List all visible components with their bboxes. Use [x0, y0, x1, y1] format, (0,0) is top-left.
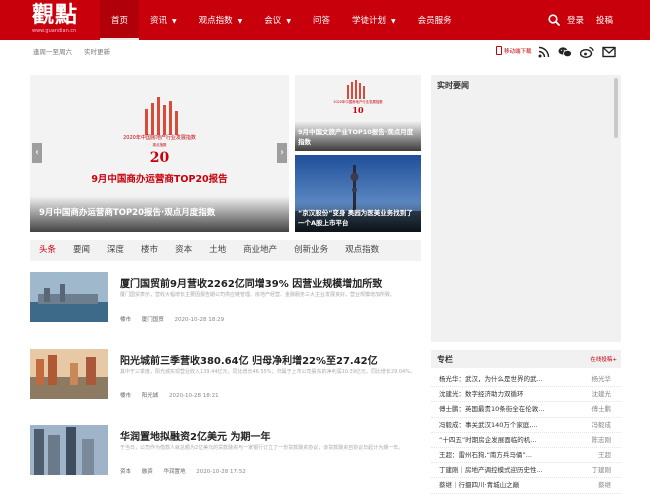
wechat-icon[interactable] [558, 45, 572, 59]
tab-headlines[interactable]: 头条 [30, 240, 64, 261]
realtime-scrollbar[interactable] [614, 78, 618, 138]
tab-depth[interactable]: 深度 [98, 240, 132, 261]
logo-text: 觀點 [32, 2, 79, 28]
nav-item-membership[interactable]: 会员服务 [407, 0, 463, 40]
article-item[interactable]: 厦门国贸前9月营收2262亿同增39% 因营业规模增加所致 厦门国贸表示，营收大… [30, 272, 422, 332]
top-nav-bar: 觀點 www.guandian.cn 首页 资讯 ▼ 观点指数 ▼ 会议 ▼ 问答 学… [0, 0, 650, 40]
site-logo[interactable]: 觀點 www.guandian.cn [32, 3, 84, 37]
list-item[interactable]: 杨光华：武汉，为什么是世界的武... 杨光华 [431, 372, 621, 388]
nav-item-qa[interactable]: 问答 [302, 0, 341, 40]
list-item[interactable]: 蔡继｜行摄四川·青城山之巅 蔡继 [431, 478, 621, 494]
chevron-down-icon: ▼ [286, 18, 291, 25]
hero-inner-title: 9月中国商办运营商TOP20报告 [91, 174, 228, 185]
phone-icon [496, 46, 502, 55]
side-feature-2[interactable]: “京汉股份”变身 奥园为医美业务找到了一个A股上市平台 [295, 155, 421, 232]
side-poster-heading: 2020年中国房地产行业发展指数 [333, 99, 383, 104]
article-summary: 于当日，公司作为借款人就总额为2亿美元的贷款融资与一家银行订立了一份贷款融资协议… [120, 445, 404, 451]
list-item[interactable]: 王超：雷州石狗,“南方兵马俑”... 王超 [431, 448, 621, 464]
list-item[interactable]: 沈建光：数字经济助力双循环 沈建光 [431, 387, 621, 403]
article-tag[interactable]: 华润置地 [164, 469, 186, 475]
article-tag[interactable]: 楼市 [120, 393, 131, 399]
tab-capital[interactable]: 资本 [166, 240, 200, 261]
article-item[interactable]: 阳光城前三季营收380.64亿 归母净利增22%至27.42亿 其中于三季度，阳… [30, 349, 422, 409]
article-item[interactable]: 华润置地拟融资2亿美元 为期一年 于当日，公司作为借款人就总额为2亿美元的贷款融… [30, 425, 422, 485]
tab-commercial-property[interactable]: 商业地产 [234, 240, 285, 261]
nav-item-apprentice[interactable]: 学徒计划 ▼ [341, 0, 407, 40]
tab-property-market[interactable]: 楼市 [132, 240, 166, 261]
article-tag[interactable]: 资本 [120, 469, 131, 475]
rss-icon[interactable] [538, 45, 550, 59]
update-info: 逢周一至周六 实时更新 [33, 46, 120, 56]
chevron-down-icon: ▼ [172, 18, 177, 25]
search-icon[interactable] [548, 14, 560, 26]
weibo-icon[interactable] [580, 45, 594, 59]
side-caption-1: 9月中国文旅产业TOP10报告·观点月度指数 [298, 128, 414, 146]
list-item[interactable]: 傅士鹏：英国最贵10条街全在伦敦... 傅士鹏 [431, 402, 621, 418]
article-thumbnail[interactable] [30, 349, 108, 399]
tab-innovation[interactable]: 创新业务 [285, 240, 336, 261]
update-days: 逢周一至周六 [33, 48, 72, 56]
article-time: 2020-10-28 18:29 [174, 317, 225, 323]
article-thumbnail[interactable] [30, 272, 108, 322]
poster-number: 20 [150, 150, 170, 166]
article-tag[interactable]: 阳光城 [142, 393, 159, 399]
carousel-prev-button[interactable]: ‹ [32, 143, 42, 163]
article-summary: 厦门国贸表示，营收大幅增长主要因报告期公司供应链管理、房地产经营、金融服务三大主… [120, 292, 396, 298]
update-status: 实时更新 [84, 48, 111, 56]
article-time: 2020-10-28 17:52 [196, 469, 246, 475]
side-feature-1[interactable]: 2020年中国房地产行业发展指数 10 9月中国文旅产业TOP10报告·观点月度… [295, 75, 421, 151]
article-meta: 楼市 厦门国贸 2020-10-28 18:29 [120, 315, 233, 323]
article-title[interactable]: 厦门国贸前9月营收2262亿同增39% 因营业规模增加所致 [120, 275, 382, 290]
poster-heading: 2020年中国房地产行业发展指数 [123, 134, 196, 141]
tab-important-news[interactable]: 要闻 [64, 240, 98, 261]
submit-article-link[interactable]: 投稿 [596, 0, 613, 42]
mobile-download-link[interactable]: 移动端下载 [496, 46, 532, 55]
login-link[interactable]: 登录 [567, 0, 584, 42]
column-title: 专栏 [437, 355, 453, 364]
article-title[interactable]: 阳光城前三季营收380.64亿 归母净利增22%至27.42亿 [120, 352, 378, 367]
column-header: 专栏 在线投稿+ [431, 350, 621, 368]
main-nav: 首页 资讯 ▼ 观点指数 ▼ 会议 ▼ 问答 学徒计划 ▼ 会员服务 [100, 0, 463, 40]
chevron-down-icon: ▼ [237, 18, 243, 25]
carousel-next-button[interactable]: › [277, 143, 287, 163]
hero-carousel[interactable]: 2020年中国房地产行业发展指数 观点指数 20 9月中国商办运营商TOP20报… [30, 75, 289, 232]
nav-item-home[interactable]: 首页 [100, 0, 140, 40]
tab-land[interactable]: 土地 [200, 240, 234, 261]
article-tag[interactable]: 厦门国贸 [142, 317, 164, 323]
article-summary: 其中于三季度，阳光城实现营业收入139.44亿元，同比增长46.55%；归属于上… [120, 369, 415, 375]
logo-url: www.guandian.cn [32, 28, 77, 34]
nav-item-index[interactable]: 观点指数 ▼ [188, 0, 254, 40]
nav-item-news[interactable]: 资讯 ▼ [139, 0, 188, 40]
tab-guandian-index[interactable]: 观点指数 [336, 240, 387, 261]
article-thumbnail[interactable] [30, 425, 108, 475]
mail-icon[interactable] [602, 45, 616, 59]
hero-caption[interactable]: 9月中国商办运营商TOP20报告·观点月度指数 [39, 206, 215, 218]
article-meta: 楼市 阳光城 2020-10-28 18:21 [120, 391, 228, 399]
article-tag[interactable]: 融资 [142, 469, 153, 475]
list-item[interactable]: 丁建刚｜房地产调控模式迎历史性... 丁建刚 [431, 463, 621, 479]
list-item[interactable]: “十四五”时期房企发展面临的机... 陈志刚 [431, 433, 621, 448]
category-tabs: 头条 要闻 深度 楼市 资本 土地 商业地产 创新业务 观点指数 [30, 240, 421, 261]
list-item[interactable]: 冯毅成：事关武汉140万个家庭,... 冯毅成 [431, 418, 621, 433]
realtime-news-panel[interactable]: 实时要闻 [431, 75, 621, 342]
online-submit-link[interactable]: 在线投稿+ [590, 355, 617, 363]
side-poster-number: 10 [352, 105, 364, 115]
side-caption-2: “京汉股份”变身 奥园为医美业务找到了一个A股上市平台 [298, 209, 413, 227]
article-title[interactable]: 华润置地拟融资2亿美元 为期一年 [120, 428, 270, 443]
chevron-down-icon: ▼ [390, 18, 396, 25]
poster-subheading: 观点指数 [153, 142, 167, 147]
article-meta: 资本 融资 华润置地 2020-10-28 17:52 [120, 467, 255, 475]
article-tag[interactable]: 楼市 [120, 317, 131, 323]
realtime-news-header: 实时要闻 [437, 81, 469, 90]
article-time: 2020-10-28 18:21 [169, 393, 219, 399]
nav-item-meetings[interactable]: 会议 ▼ [253, 0, 302, 40]
column-list: 杨光华：武汉，为什么是世界的武... 杨光华 沈建光：数字经济助力双循环 沈建光 傅… [431, 372, 621, 494]
